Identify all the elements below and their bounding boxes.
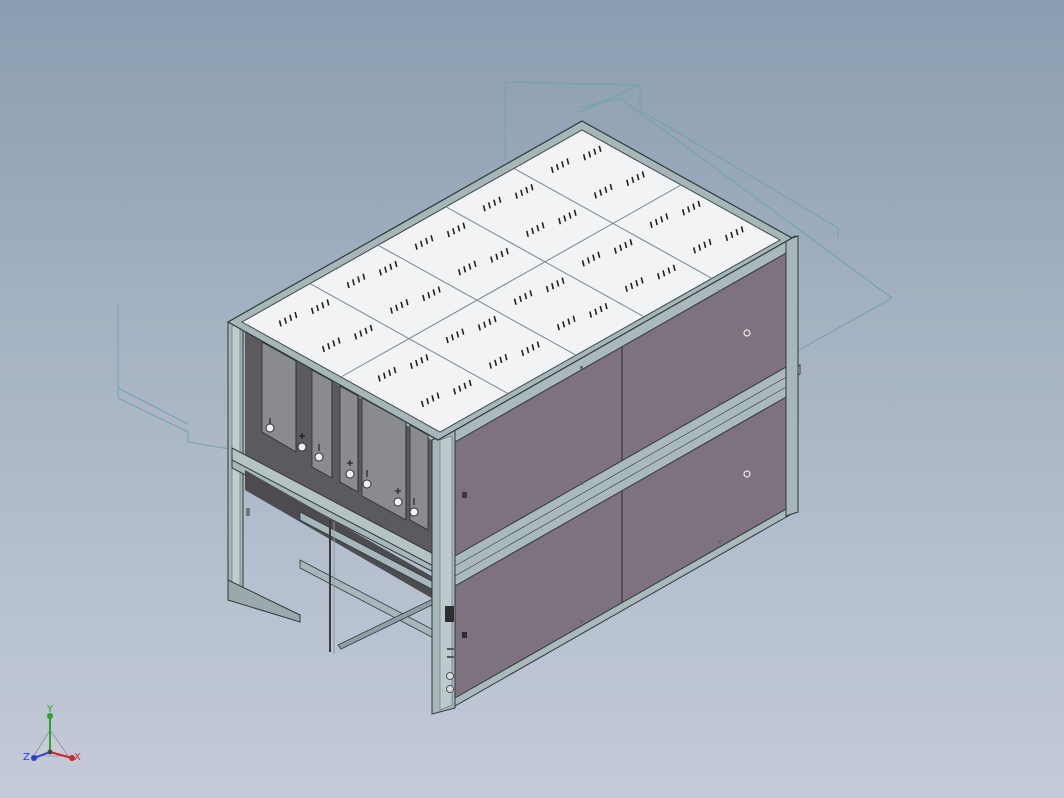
y-axis-label: Y (46, 704, 54, 715)
z-axis-label: Z (23, 752, 30, 763)
triad-origin (47, 749, 53, 755)
sketch-line-left-2 (117, 387, 189, 425)
z-axis-tip (31, 755, 37, 761)
x-axis-label: X (74, 752, 81, 763)
cabinet-3d-model[interactable] (0, 0, 1064, 798)
cad-viewport[interactable]: Y X Z (0, 0, 1064, 798)
sketch-line-top-diag (579, 84, 641, 113)
axis-triad[interactable]: Y X Z (16, 700, 96, 780)
